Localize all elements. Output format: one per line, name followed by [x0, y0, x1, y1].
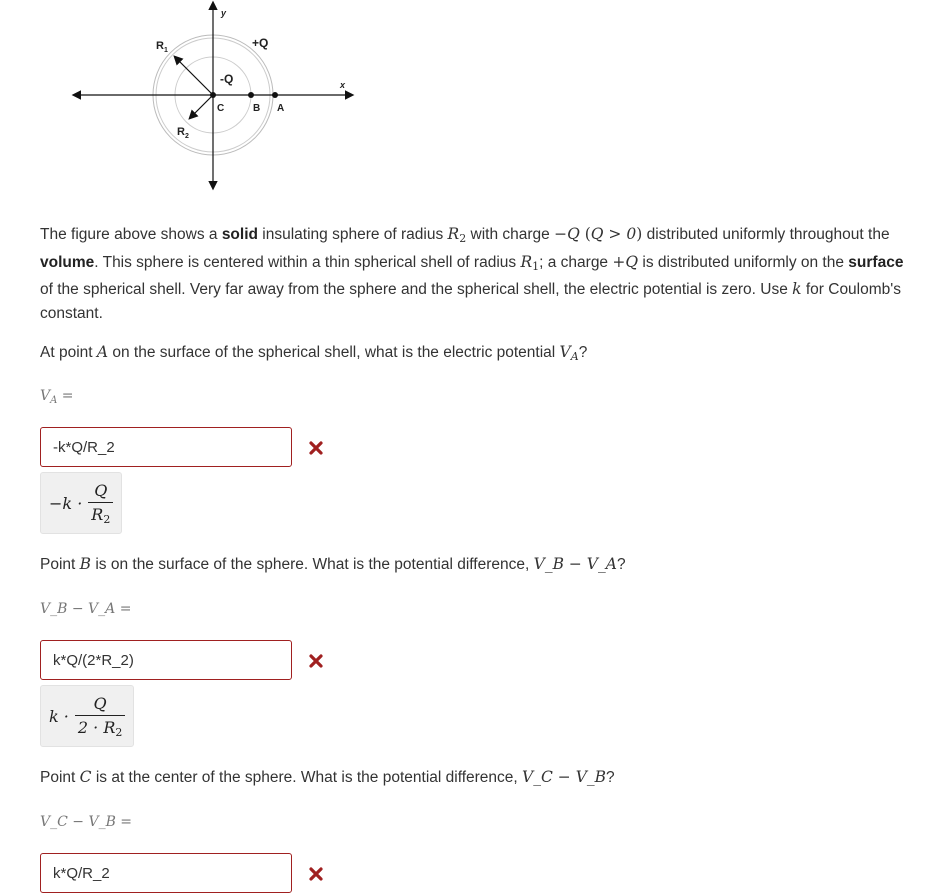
point-a-dot	[272, 92, 278, 98]
x-axis-label: x	[339, 80, 346, 90]
point-b-label: B	[253, 103, 260, 114]
question-2-answer-input[interactable]	[53, 651, 279, 669]
r2-label: R2	[177, 126, 189, 140]
point-a-label: A	[277, 103, 284, 114]
incorrect-icon	[309, 654, 323, 668]
question-2-answer-field[interactable]	[40, 640, 292, 680]
point-c-label: C	[217, 103, 224, 114]
bold-surface: surface	[848, 253, 904, 271]
minus-q-label: -Q	[220, 72, 233, 86]
question-3-label: V_C − V_B =	[40, 814, 133, 830]
question-1-prompt: At point A on the surface of the spheric…	[40, 343, 588, 363]
question-2-label: V_B − V_A =	[40, 601, 132, 617]
point-b-dot	[248, 92, 254, 98]
question-3-answer-input[interactable]	[53, 864, 279, 882]
question-2-math-preview: k · Q2 · R2	[40, 685, 135, 747]
incorrect-icon	[309, 867, 323, 881]
question-2-prompt: Point B is on the surface of the sphere.…	[40, 555, 626, 573]
question-3-prompt: Point C is at the center of the sphere. …	[40, 768, 615, 786]
r1-label: R1	[156, 40, 168, 54]
question-1-answer-field[interactable]	[40, 427, 292, 467]
problem-description: The figure above shows a solid insulatin…	[40, 225, 904, 322]
charged-sphere-figure: y x R1 R2 +Q -Q C B A	[71, 0, 355, 191]
question-3-answer-field[interactable]	[40, 853, 292, 893]
question-1-answer-input[interactable]	[53, 438, 279, 456]
point-c-dot	[210, 92, 216, 98]
bold-solid: solid	[221, 226, 258, 243]
r1-arrow	[173, 55, 214, 96]
bold-volume: volume	[40, 253, 95, 271]
incorrect-icon	[309, 441, 323, 455]
question-1-math-preview: −k · Q R2	[40, 472, 123, 534]
y-axis-label: y	[220, 8, 227, 18]
question-1-label: VA =	[40, 388, 74, 406]
plus-q-label: +Q	[252, 36, 268, 50]
r2-arrow	[188, 94, 214, 120]
